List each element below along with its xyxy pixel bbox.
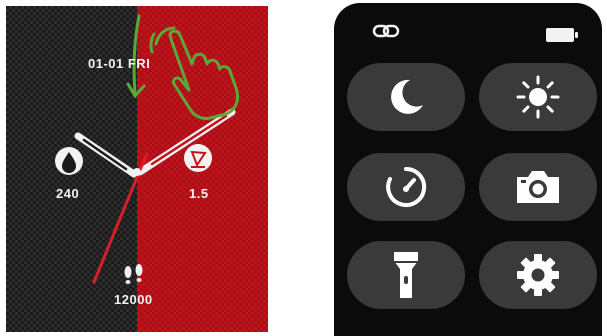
- settings-button[interactable]: [479, 241, 597, 309]
- camera-button[interactable]: [479, 153, 597, 221]
- timer-icon: [386, 166, 427, 207]
- flashlight-icon: [394, 252, 418, 298]
- water-drop-icon: [55, 147, 83, 175]
- settings-gear-icon: [517, 254, 559, 296]
- brightness-sun-icon: [516, 75, 560, 119]
- watch-face[interactable]: 01-01 FRI 240 1.5 12000: [6, 6, 268, 332]
- distance-icon: [184, 144, 212, 172]
- battery-icon: [545, 27, 579, 48]
- control-center-screen: [334, 3, 602, 336]
- hands-pivot: [133, 168, 141, 176]
- footsteps-icon: [124, 264, 143, 284]
- moon-icon: [391, 79, 423, 114]
- face-graphics: [55, 14, 240, 284]
- brightness-button[interactable]: [479, 63, 597, 131]
- link-icon: [372, 23, 400, 44]
- camera-icon: [517, 171, 559, 203]
- timer-button[interactable]: [347, 153, 465, 221]
- hour-hand: [74, 132, 138, 178]
- flashlight-button[interactable]: [347, 241, 465, 309]
- distance-value: 1.5: [189, 186, 209, 201]
- water-value: 240: [56, 186, 80, 201]
- steps-value: 12000: [114, 292, 153, 307]
- date-label: 01-01 FRI: [88, 56, 151, 71]
- do-not-disturb-button[interactable]: [347, 63, 465, 131]
- tap-hand-icon: [149, 26, 240, 120]
